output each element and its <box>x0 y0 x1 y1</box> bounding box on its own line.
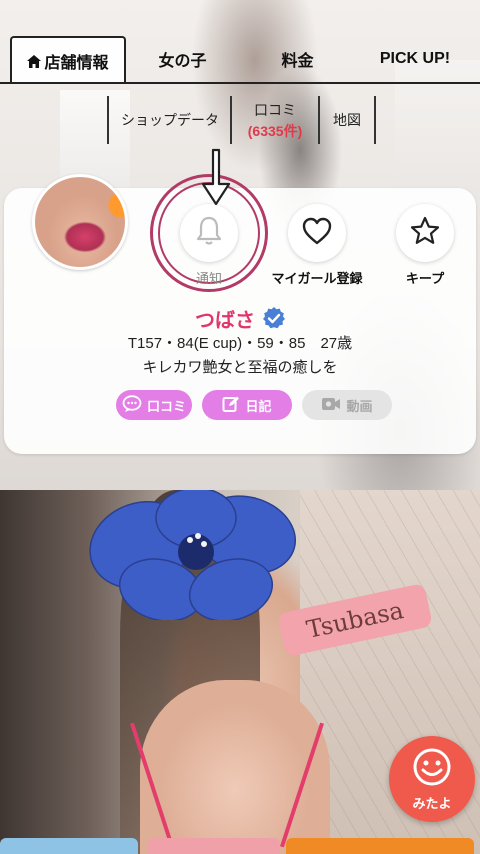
bottom-button[interactable] <box>0 838 138 854</box>
sub-navigation: ショップデータ 口コミ (6335件) 地図 <box>0 96 480 144</box>
tab-label: 店舗情報 <box>44 55 109 72</box>
subnav-label: ショップデータ <box>121 112 219 128</box>
avatar[interactable] <box>32 174 128 270</box>
video-camera-icon <box>321 396 341 415</box>
keep-label: キープ <box>405 271 445 286</box>
subnav-label: 口コミ <box>254 101 296 118</box>
photo-body <box>140 680 330 854</box>
diary-button[interactable]: 日記 <box>202 390 292 420</box>
my-girl-register-button[interactable] <box>288 204 346 262</box>
tab-price[interactable]: 料金 <box>250 36 345 82</box>
tab-label: PICK UP! <box>379 50 451 67</box>
bottom-button[interactable] <box>286 838 474 854</box>
subnav-reviews[interactable]: 口コミ (6335件) <box>232 96 318 144</box>
bottom-action-bar <box>0 838 480 854</box>
heart-icon <box>301 216 333 250</box>
notify-label: 通知 <box>195 271 222 286</box>
smiley-icon <box>412 747 452 791</box>
subnav-shop-data[interactable]: ショップデータ <box>110 96 230 144</box>
girl-tagline: キレカワ艶女と至福の癒しを <box>142 359 338 376</box>
flower-sticker-icon <box>89 490 297 620</box>
star-icon <box>409 215 441 251</box>
reviews-button[interactable]: 口コミ <box>116 390 192 420</box>
girl-stats: T157・84(E cup)・59・85 27歳 <box>127 335 353 352</box>
arrow-down-icon <box>196 148 236 208</box>
bell-icon <box>194 215 224 251</box>
review-count: (6335件) <box>247 122 303 139</box>
tab-girls[interactable]: 女の子 <box>130 36 235 82</box>
mitayo-label: みたよ <box>412 795 452 811</box>
reviews-button-label: 口コミ <box>146 398 186 414</box>
video-button-label: 動画 <box>346 398 373 414</box>
bottom-button[interactable] <box>148 838 280 854</box>
diary-button-label: 日記 <box>245 398 272 414</box>
girl-name: つばさ <box>195 310 255 332</box>
video-button[interactable]: 動画 <box>302 390 392 420</box>
home-icon <box>27 54 42 68</box>
my-girl-register-label: マイガール登録 <box>271 271 363 286</box>
tab-shop-info[interactable]: 店舗情報 <box>10 36 126 84</box>
tab-label: 女の子 <box>158 53 207 70</box>
notify-button[interactable] <box>180 204 238 262</box>
speech-bubble-icon <box>122 394 142 416</box>
main-tabs: 店舗情報 女の子 料金 PICK UP! <box>0 36 480 84</box>
edit-icon <box>222 395 240 416</box>
keep-button[interactable] <box>396 204 454 262</box>
tabs-underline <box>0 82 480 84</box>
subnav-map[interactable]: 地図 <box>320 96 374 144</box>
subnav-label: 地図 <box>333 112 361 128</box>
verified-badge-icon <box>262 306 286 330</box>
divider <box>374 96 376 144</box>
divider <box>107 96 109 144</box>
tab-label: 料金 <box>281 53 314 70</box>
mitayo-button[interactable]: みたよ <box>389 736 475 822</box>
tab-pickup[interactable]: PICK UP! <box>360 36 470 82</box>
